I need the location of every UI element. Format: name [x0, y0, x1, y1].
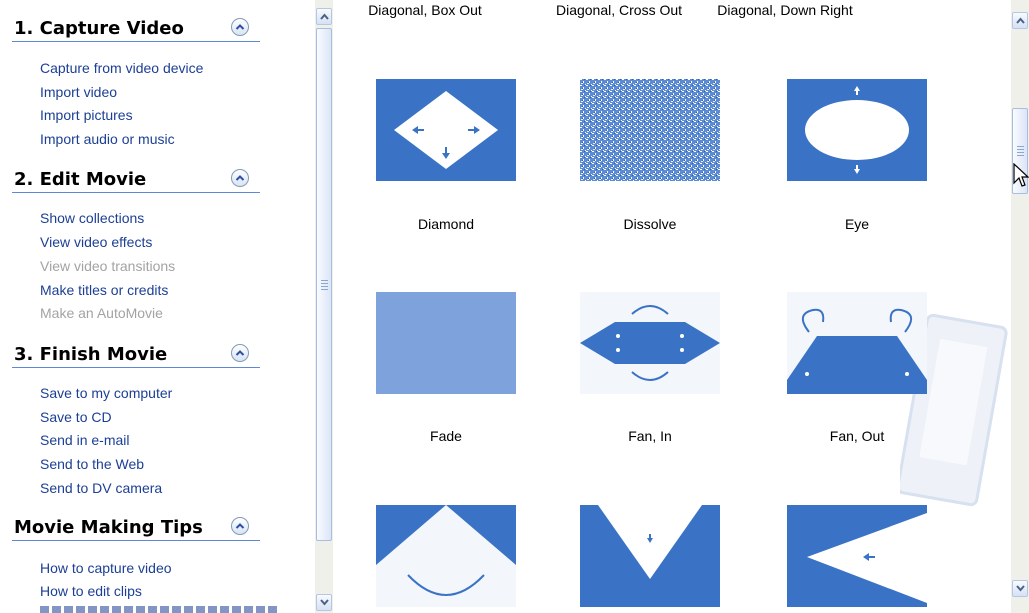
v-down-transition-icon: [580, 505, 720, 607]
transition-eye[interactable]: [787, 79, 927, 181]
section-divider: [12, 192, 260, 193]
chevron-left-transition-icon: [787, 505, 927, 607]
section-divider: [12, 41, 260, 42]
collapse-finish-movie-button[interactable]: [231, 344, 249, 362]
link-import-pictures[interactable]: Import pictures: [40, 107, 133, 123]
link-view-video-effects[interactable]: View video effects: [40, 234, 152, 250]
chevron-up-icon: [235, 350, 245, 356]
link-make-an-automovie: Make an AutoMovie: [40, 305, 163, 321]
transition-chevron-left[interactable]: [787, 505, 927, 607]
section-title: 2. Edit Movie: [14, 169, 147, 190]
transitions-scrollbar[interactable]: [1011, 0, 1029, 613]
fan-out-transition-icon: [787, 292, 927, 394]
transition-label: Diagonal, Cross Out: [555, 2, 683, 18]
chevron-down-icon: [1016, 585, 1025, 592]
scroll-up-button[interactable]: [1012, 12, 1028, 29]
link-save-to-my-computer[interactable]: Save to my computer: [40, 385, 172, 401]
section-header-edit-movie: 2. Edit Movie: [0, 165, 260, 193]
link-view-video-transitions: View video transitions: [40, 258, 176, 274]
link-import-audio-or-music[interactable]: Import audio or music: [40, 131, 175, 147]
transition-label: Fan, In: [628, 428, 672, 444]
mouse-cursor-icon: [1013, 163, 1029, 187]
link-show-collections[interactable]: Show collections: [40, 210, 144, 226]
link-make-titles-or-credits[interactable]: Make titles or credits: [40, 282, 168, 298]
truncated-link: [40, 606, 280, 613]
transition-diamond[interactable]: [376, 79, 516, 181]
transition-v-down[interactable]: [580, 505, 720, 607]
transition-label: Diagonal, Box Out: [368, 2, 482, 18]
section-title: 1. Capture Video: [14, 18, 184, 39]
chevron-up-icon: [1016, 17, 1025, 24]
link-import-video[interactable]: Import video: [40, 84, 117, 100]
transition-fan-out[interactable]: [787, 292, 927, 394]
eye-transition-icon: [787, 79, 927, 181]
bow-tie-transition-icon: [376, 505, 516, 607]
chevron-up-icon: [320, 13, 329, 20]
transitions-pane: Diagonal, Box Out Diagonal, Cross Out Di…: [340, 0, 1010, 613]
chevron-down-icon: [320, 599, 329, 606]
section-header-finish-movie: 3. Finish Movie: [0, 340, 260, 368]
transition-dissolve[interactable]: [580, 79, 720, 181]
chevron-up-icon: [235, 24, 245, 30]
section-title: 3. Finish Movie: [14, 344, 168, 365]
transition-label: Dissolve: [623, 216, 677, 232]
scroll-down-button[interactable]: [1012, 580, 1028, 597]
collapse-edit-movie-button[interactable]: [231, 169, 249, 187]
task-pane: 1. Capture Video Capture from video devi…: [0, 0, 312, 613]
transition-bow-tie[interactable]: [376, 505, 516, 607]
chevron-up-icon: [235, 175, 245, 181]
link-how-to-edit-clips[interactable]: How to edit clips: [40, 583, 142, 599]
diamond-transition-icon: [376, 79, 516, 181]
link-send-to-the-web[interactable]: Send to the Web: [40, 456, 144, 472]
fan-in-transition-icon: [580, 292, 720, 394]
transition-label: Fan, Out: [829, 428, 885, 444]
transition-label: Diagonal, Down Right: [717, 2, 853, 18]
dissolve-transition-icon: [580, 79, 720, 181]
scroll-down-button[interactable]: [316, 594, 332, 611]
transition-label: Fade: [430, 428, 462, 444]
section-divider: [12, 540, 260, 541]
link-send-to-dv-camera[interactable]: Send to DV camera: [40, 480, 162, 496]
task-pane-scrollbar[interactable]: [315, 0, 333, 613]
transition-label: Diamond: [417, 216, 475, 232]
scroll-up-button[interactable]: [316, 8, 332, 25]
section-header-capture-video: 1. Capture Video: [0, 14, 260, 42]
scrollbar-thumb[interactable]: [316, 28, 332, 541]
section-title: Movie Making Tips: [14, 517, 203, 538]
section-divider: [12, 367, 260, 368]
section-header-movie-making-tips: Movie Making Tips: [0, 513, 260, 541]
link-send-in-email[interactable]: Send in e-mail: [40, 432, 130, 448]
collapse-capture-video-button[interactable]: [231, 18, 249, 36]
transition-fade[interactable]: [376, 292, 516, 394]
chevron-up-icon: [235, 523, 245, 529]
collapse-movie-making-tips-button[interactable]: [231, 517, 249, 535]
fade-transition-icon: [376, 292, 516, 394]
link-how-to-capture-video[interactable]: How to capture video: [40, 560, 172, 576]
link-capture-from-video-device[interactable]: Capture from video device: [40, 60, 203, 76]
link-save-to-cd[interactable]: Save to CD: [40, 409, 112, 425]
transition-fan-in[interactable]: [580, 292, 720, 394]
transition-label: Eye: [844, 216, 870, 232]
